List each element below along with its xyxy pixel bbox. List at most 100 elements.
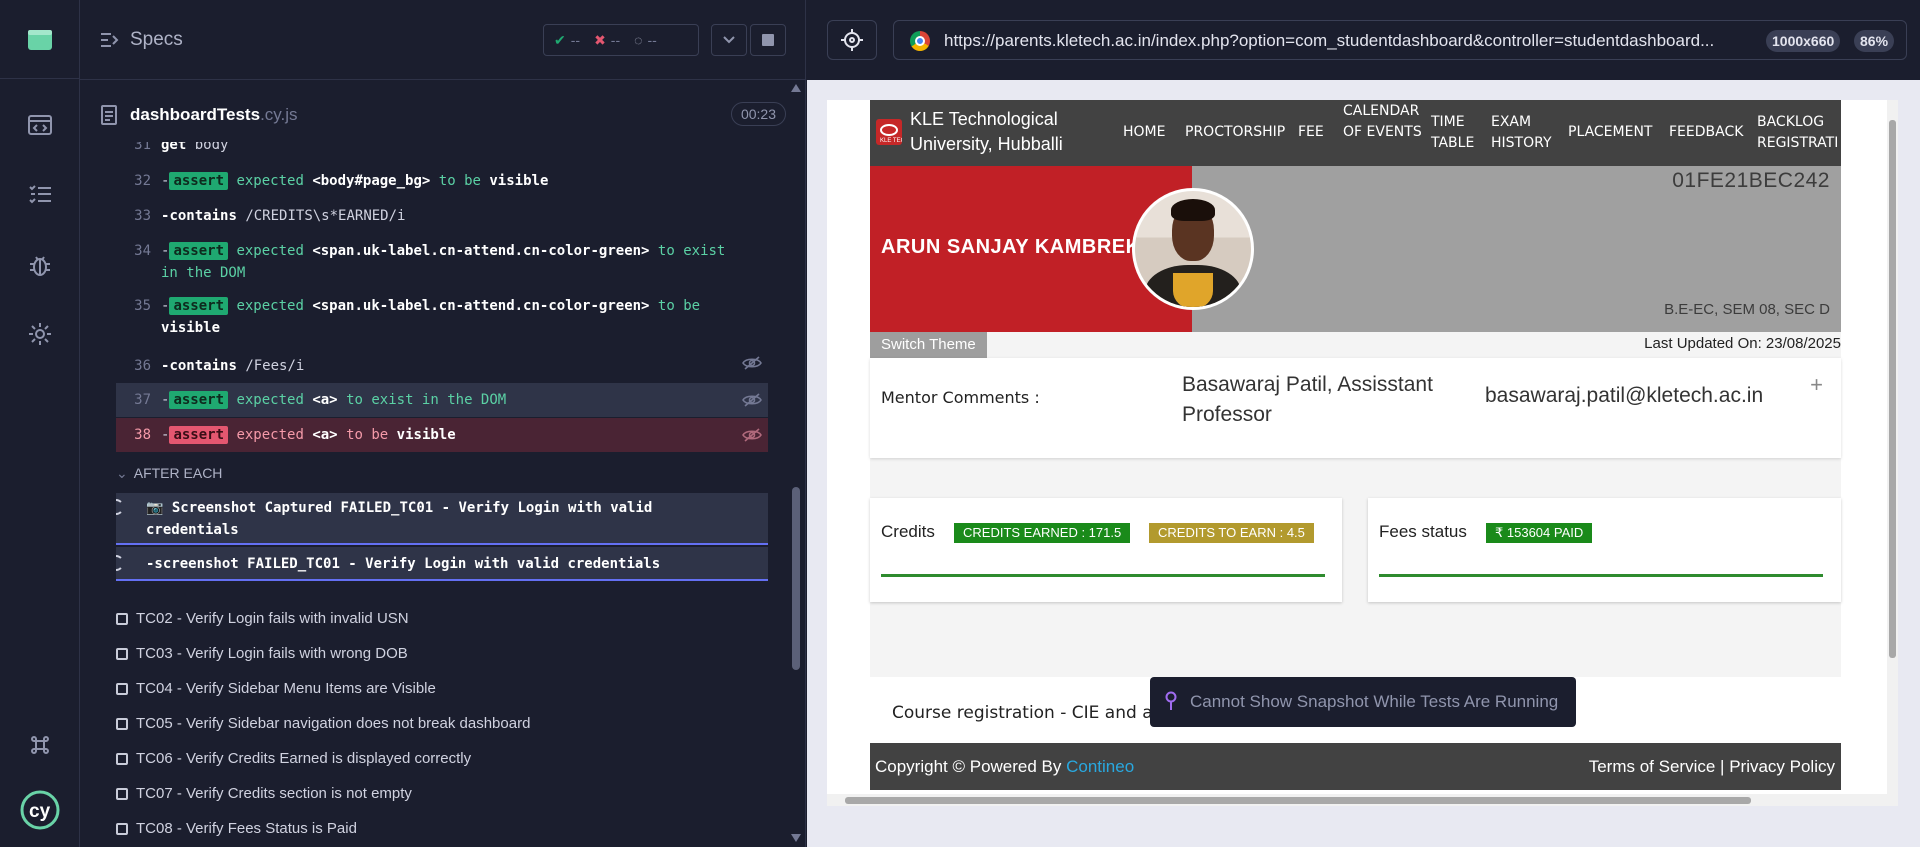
url-text: https://parents.kletech.ac.in/index.php?… (944, 31, 1715, 50)
keyboard-shortcuts-icon[interactable] (24, 729, 56, 761)
zoom-level[interactable]: 86% (1854, 30, 1895, 52)
command-row[interactable]: 33 -contains /CREDITS\s*EARNED/i (116, 205, 768, 227)
test-item[interactable]: TC04 - Verify Sidebar Menu Items are Vis… (116, 680, 436, 697)
credits-card: Credits CREDITS EARNED : 171.5 CREDITS T… (870, 498, 1342, 602)
test-stats: ✔ -- ✖ -- ◌ -- (543, 24, 699, 56)
command-row-failed[interactable]: 38 - assert expected <a> to be visible (116, 418, 768, 452)
test-item[interactable]: TC02 - Verify Login fails with invalid U… (116, 610, 409, 627)
snapshot-message: Cannot Show Snapshot While Tests Are Run… (1190, 692, 1559, 711)
cypress-logo-icon[interactable]: cy (20, 790, 60, 830)
after-each-hook[interactable]: ⌄ AFTER EACH (116, 465, 222, 482)
debug-nav-icon[interactable] (24, 249, 56, 281)
nav-placement[interactable]: PLACEMENT (1568, 122, 1652, 143)
viewport-size[interactable]: 1000x660 (1766, 30, 1841, 52)
test-item[interactable]: TC06 - Verify Credits Earned is displaye… (116, 750, 471, 767)
command-log-scrollbar[interactable] (790, 82, 802, 847)
nav-home[interactable]: HOME (1123, 122, 1165, 143)
failed-count: ✖ -- (594, 31, 621, 49)
spec-filename: dashboardTests.cy.js (130, 105, 298, 124)
spec-file-header[interactable]: dashboardTests.cy.js 00:23 (100, 96, 786, 134)
eye-slash-icon[interactable] (742, 355, 762, 378)
mentor-email[interactable]: basawaraj.patil@kletech.ac.in (1485, 384, 1763, 408)
screenshot-captured-row[interactable]: 📷 Screenshot Captured FAILED_TC01 - Veri… (116, 493, 768, 545)
contineo-link[interactable]: Contineo (1066, 757, 1134, 776)
eye-slash-icon[interactable] (742, 427, 762, 450)
check-icon: ✔ (554, 31, 566, 48)
mentor-comments-label: Mentor Comments : (881, 388, 1040, 407)
preview-toolbar: https://parents.kletech.ac.in/index.php?… (807, 0, 1920, 80)
command-log: 31 get body 32 - assert expected <body#pa… (116, 142, 768, 847)
terms-link[interactable]: Terms of Service (1589, 757, 1716, 776)
document-icon (100, 105, 118, 130)
collapse-button[interactable] (711, 24, 747, 56)
passed-count: ✔ -- (554, 31, 581, 49)
pending-count: ◌ -- (634, 32, 657, 48)
test-item[interactable]: TC08 - Verify Fees Status is Paid (116, 820, 357, 837)
expand-plus-icon[interactable]: + (1810, 372, 1823, 398)
app-logo-icon[interactable] (24, 24, 56, 56)
student-name: ARUN SANJAY KAMBREK (881, 236, 1141, 258)
snapshot-toast: Cannot Show Snapshot While Tests Are Run… (1150, 677, 1576, 727)
pending-checkbox-icon (116, 717, 128, 730)
stop-button[interactable] (750, 24, 786, 56)
loading-spinner-icon (116, 499, 124, 515)
fees-status-badge: ₹ 153604 PAID (1486, 523, 1593, 543)
screenshot-command-row[interactable]: -screenshot FAILED_TC01 - Verify Login w… (116, 547, 768, 581)
test-item[interactable]: TC07 - Verify Credits section is not emp… (116, 785, 412, 802)
runs-nav-icon[interactable] (24, 178, 56, 210)
eye-slash-icon[interactable] (742, 392, 762, 415)
pending-circle-icon: ◌ (634, 32, 643, 48)
pending-checkbox-icon (116, 647, 128, 660)
svg-text:KLE TECH: KLE TECH (880, 138, 902, 144)
mentor-name: Basawaraj Patil, Assisstant Professor (1182, 373, 1433, 426)
student-photo (1132, 188, 1254, 310)
specs-list-icon[interactable] (100, 31, 120, 54)
nav-timetable[interactable]: TIME TABLE (1431, 112, 1481, 154)
camera-icon: 📷 (146, 500, 164, 516)
privacy-link[interactable]: Privacy Policy (1729, 757, 1835, 776)
nav-proctorship[interactable]: PROCTORSHIP (1185, 122, 1285, 143)
command-row[interactable]: 35 - assert expected <span.uk-label.cn-at… (116, 295, 768, 339)
nav-feedback[interactable]: FEEDBACK (1669, 122, 1743, 143)
pending-checkbox-icon (116, 682, 128, 695)
student-usn: 01FE21BEC242 (1672, 169, 1830, 192)
specs-label[interactable]: Specs (130, 29, 183, 51)
credits-progress-bar (881, 574, 1325, 577)
fees-progress-bar (1379, 574, 1823, 577)
command-row[interactable]: 31 get body (116, 142, 768, 156)
crosshair-icon (841, 29, 863, 51)
command-row[interactable]: 32 - assert expected <body#page_bg> to be… (116, 170, 768, 192)
credits-earned-badge: CREDITS EARNED : 171.5 (954, 523, 1131, 543)
settings-gear-icon[interactable] (24, 318, 56, 350)
profile-banner: ARUN SANJAY KAMBREK 01FE21BEC242 B.E-EC,… (870, 166, 1841, 332)
student-program: B.E-EC, SEM 08, SEC D (1664, 301, 1830, 318)
selector-playground-button[interactable] (827, 20, 877, 60)
test-item[interactable]: TC03 - Verify Login fails with wrong DOB (116, 645, 408, 662)
command-row[interactable]: 36 -contains /Fees/i (116, 351, 768, 381)
aut-horizontal-scrollbar[interactable] (827, 794, 1887, 806)
switch-theme-button[interactable]: Switch Theme (870, 332, 987, 358)
chevron-down-icon (723, 36, 735, 44)
nav-exam-history[interactable]: EXAM HISTORY (1491, 112, 1561, 154)
pending-checkbox-icon (116, 822, 128, 835)
aut-vertical-scrollbar[interactable] (1887, 100, 1898, 806)
chevron-down-icon: ⌄ (116, 465, 128, 481)
footer-links: Terms of Service | Privacy Policy (1588, 757, 1835, 776)
specs-nav-icon[interactable] (24, 109, 56, 141)
university-name[interactable]: KLE Technological University, Hubballi (910, 107, 1090, 157)
url-bar[interactable]: https://parents.kletech.ac.in/index.php?… (893, 20, 1907, 60)
pin-icon (1164, 691, 1178, 716)
nav-calendar[interactable]: CALENDAR OF EVENTS (1343, 101, 1423, 143)
command-row-highlighted[interactable]: 37 - assert expected <a> to exist in the … (116, 383, 768, 417)
last-updated: Last Updated On: 23/08/2025 (1644, 335, 1841, 352)
pending-checkbox-icon (116, 752, 128, 765)
pending-checkbox-icon (116, 787, 128, 800)
nav-backlog[interactable]: BACKLOG REGISTRATIO (1757, 112, 1837, 154)
nav-fee[interactable]: FEE (1298, 122, 1324, 143)
fees-card: Fees status ₹ 153604 PAID (1368, 498, 1841, 602)
spec-duration: 00:23 (730, 102, 786, 126)
site-navbar: KLE TECH KLE Technological University, H… (870, 100, 1841, 166)
command-row[interactable]: 34 - assert expected <span.uk-label.cn-at… (116, 240, 768, 284)
test-item[interactable]: TC05 - Verify Sidebar navigation does no… (116, 715, 530, 732)
stop-icon (762, 34, 774, 46)
